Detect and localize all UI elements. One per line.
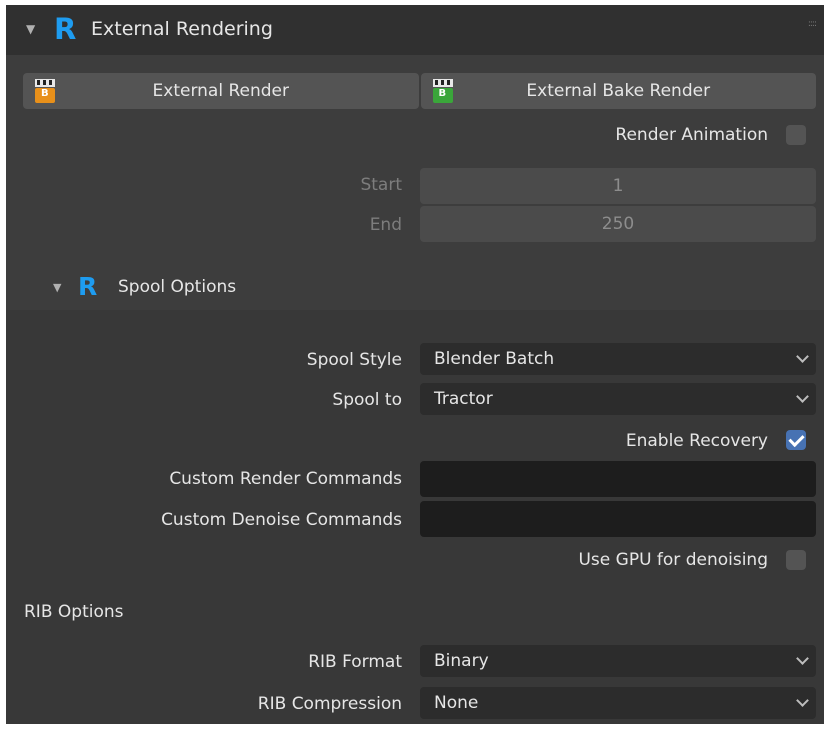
start-label: Start	[360, 175, 402, 195]
start-frame-field[interactable]: 1	[420, 168, 816, 204]
spool-to-dropdown[interactable]: Tractor	[420, 383, 816, 415]
rib-format-dropdown[interactable]: Binary	[420, 645, 816, 677]
rib-compression-dropdown[interactable]: None	[420, 687, 816, 719]
spool-style-dropdown[interactable]: Blender Batch	[420, 343, 816, 375]
custom-denoise-commands-input[interactable]	[420, 501, 816, 537]
spool-options-title[interactable]: Spool Options	[118, 277, 236, 297]
custom-denoise-commands-label: Custom Denoise Commands	[161, 510, 402, 530]
panel-title: External Rendering	[91, 18, 273, 40]
external-bake-render-button[interactable]: B External Bake Render	[420, 73, 816, 109]
custom-render-commands-label: Custom Render Commands	[169, 469, 402, 489]
external-render-button[interactable]: B External Render	[23, 73, 419, 109]
spool-to-label: Spool to	[332, 390, 402, 410]
spool-renderman-logo-icon: R	[78, 272, 98, 301]
external-rendering-panel: ▼ R External Rendering :::: B External R…	[6, 5, 824, 724]
custom-render-commands-input[interactable]	[420, 461, 816, 497]
enable-recovery-label: Enable Recovery	[625, 431, 768, 451]
chevron-down-icon	[796, 390, 809, 403]
start-frame-value: 1	[612, 176, 624, 196]
rib-format-value: Binary	[434, 651, 489, 671]
end-frame-value: 250	[601, 214, 635, 234]
enable-recovery-checkbox[interactable]	[786, 430, 806, 450]
rib-options-heading: RIB Options	[24, 602, 124, 622]
spool-to-value: Tractor	[434, 389, 493, 409]
drag-handle-icon[interactable]: ::::	[808, 19, 817, 29]
rib-compression-value: None	[434, 693, 479, 713]
rib-format-label: RIB Format	[308, 652, 402, 672]
spool-style-value: Blender Batch	[434, 349, 555, 369]
external-render-label: External Render	[152, 81, 289, 101]
chevron-down-icon	[796, 652, 809, 665]
render-animation-checkbox[interactable]	[786, 125, 806, 145]
chevron-down-icon	[796, 350, 809, 363]
renderman-logo-icon: R	[54, 12, 77, 46]
use-gpu-denoising-checkbox[interactable]	[786, 550, 806, 570]
render-button-row: B External Render B External Bake Render	[23, 73, 816, 109]
use-gpu-denoising-label: Use GPU for denoising	[578, 550, 768, 570]
render-animation-label: Render Animation	[615, 125, 768, 145]
spool-collapse-arrow-icon[interactable]: ▼	[53, 281, 61, 294]
panel-header[interactable]: ▼ R External Rendering ::::	[6, 5, 824, 55]
external-bake-render-label: External Bake Render	[526, 81, 711, 101]
spool-options-section: Spool Style Blender Batch Spool to Tract…	[6, 310, 824, 724]
rib-compression-label: RIB Compression	[257, 694, 402, 714]
end-frame-field[interactable]: 250	[420, 206, 816, 242]
clapperboard-bake-icon: B	[432, 79, 453, 103]
chevron-down-icon	[796, 694, 809, 707]
clapperboard-render-icon: B	[35, 79, 55, 103]
end-label: End	[369, 215, 402, 235]
spool-style-label: Spool Style	[306, 350, 402, 370]
collapse-arrow-icon[interactable]: ▼	[26, 22, 35, 36]
